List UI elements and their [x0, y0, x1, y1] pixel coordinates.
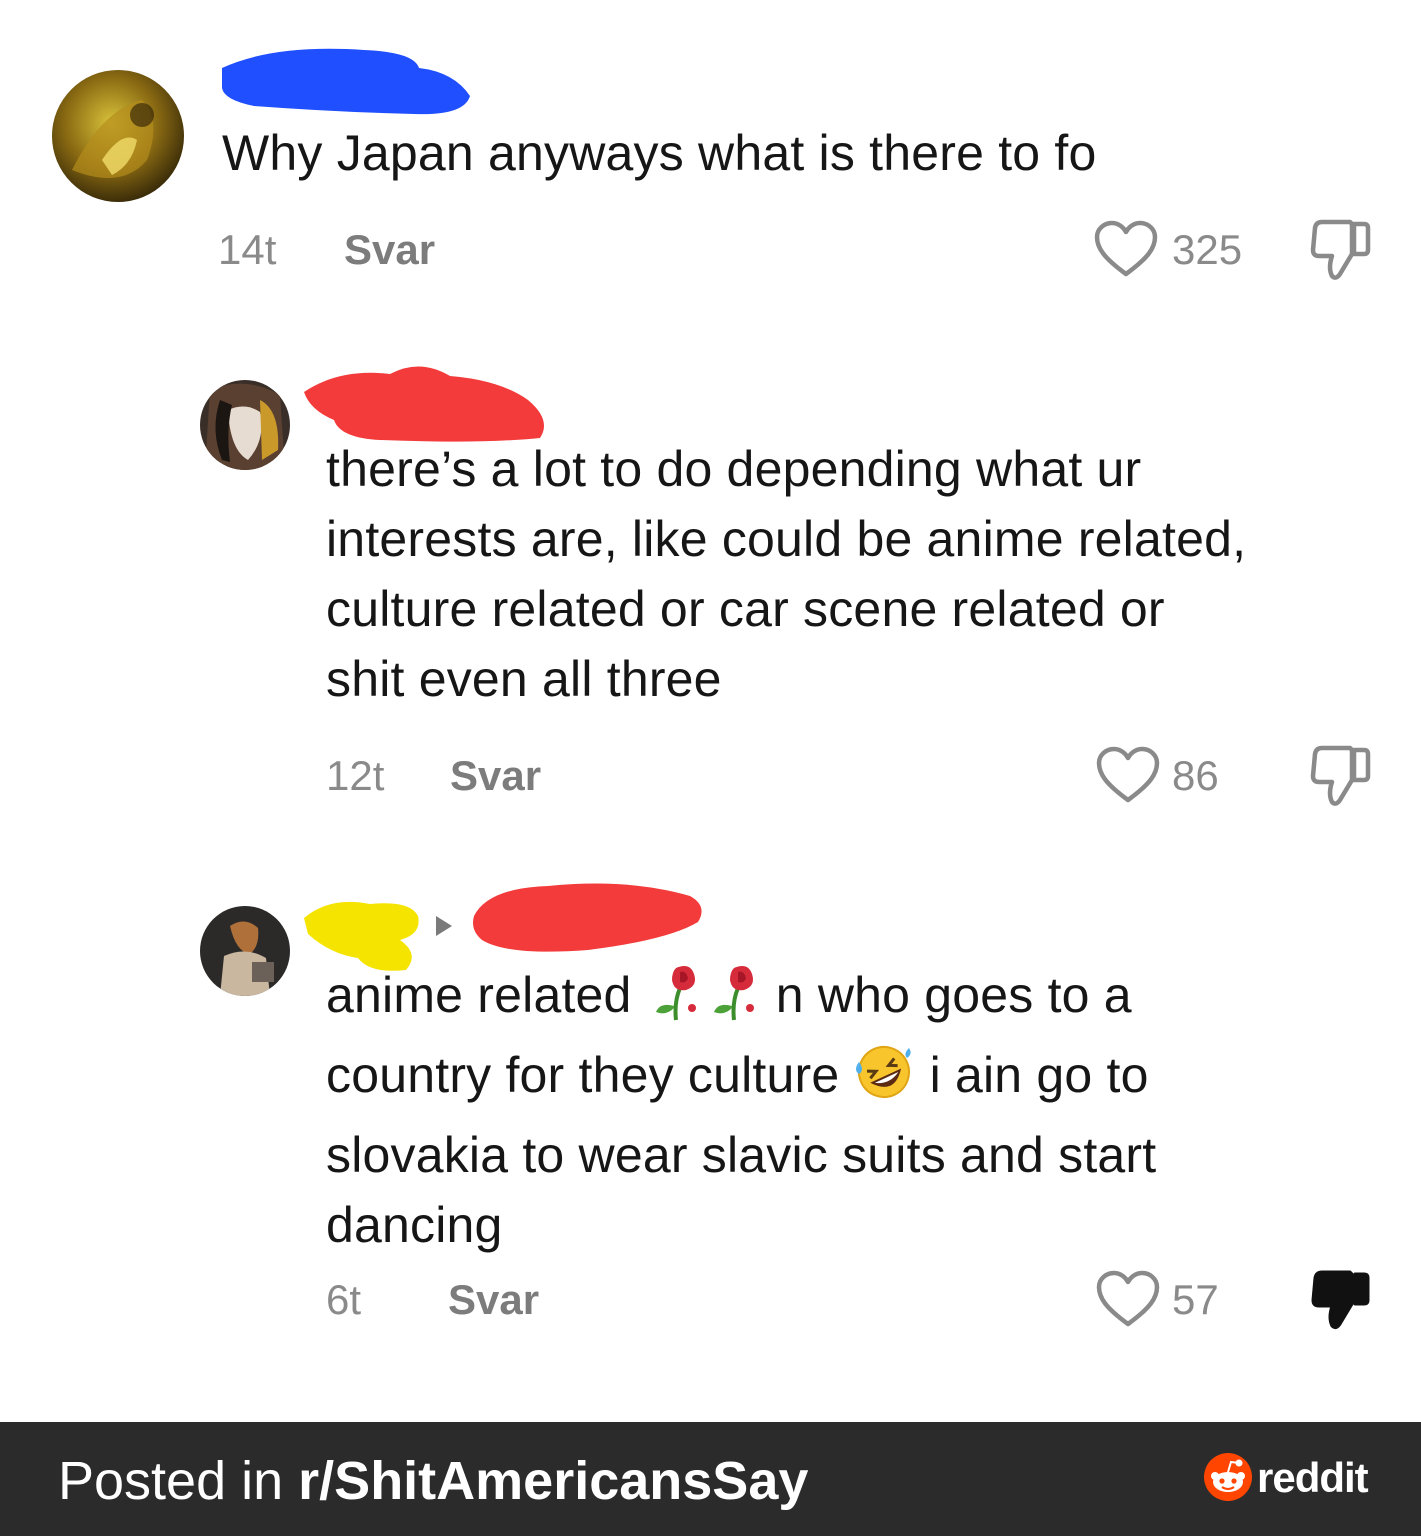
comment-text: there’s a lot to do depending what ur in… [326, 441, 1247, 707]
avatar[interactable] [200, 380, 290, 470]
wilted-rose-icon [646, 962, 704, 1040]
posted-in-label: Posted in r/ShitAmericansSay [58, 1451, 809, 1511]
timestamp: 14t [218, 226, 277, 273]
dislike-filled-icon[interactable] [1310, 1268, 1372, 1332]
comment-text: Why Japan anyways what is there to fo [222, 125, 1097, 181]
like-count: 86 [1172, 752, 1219, 799]
dislike-icon[interactable] [1310, 218, 1372, 282]
comment-1: Why Japan anyways what is there to fo 14… [0, 0, 1421, 300]
redacted-username [468, 874, 708, 958]
timestamp: 12t [326, 752, 385, 799]
footer-bar: Posted in r/ShitAmericansSay reddit [0, 1422, 1421, 1536]
reply-button[interactable]: Svar [450, 752, 541, 800]
heart-icon[interactable] [1096, 746, 1160, 804]
comment-2: there’s a lot to do depending what ur in… [0, 330, 1421, 830]
avatar[interactable] [52, 70, 184, 202]
heart-icon[interactable] [1094, 220, 1158, 278]
rolling-laughing-icon [853, 1042, 915, 1120]
like-count: 57 [1172, 1276, 1219, 1323]
reply-arrow-icon [434, 914, 454, 938]
timestamp: 6t [326, 1276, 362, 1323]
redacted-username [300, 350, 552, 446]
heart-icon[interactable] [1096, 1270, 1160, 1328]
dislike-icon[interactable] [1310, 744, 1372, 808]
reddit-wordmark: reddit [1257, 1454, 1369, 1501]
reply-button[interactable]: Svar [344, 226, 435, 274]
comment-3: anime related n who goes to a country fo… [0, 860, 1421, 1400]
reddit-logo-icon [1203, 1452, 1253, 1502]
redacted-username [214, 38, 476, 120]
like-count: 325 [1172, 226, 1243, 273]
wilted-rose-icon [704, 962, 762, 1040]
reply-button[interactable]: Svar [448, 1276, 539, 1324]
avatar[interactable] [200, 906, 290, 996]
subreddit-link[interactable]: r/ShitAmericansSay [298, 1451, 808, 1511]
comment-text: anime related n who goes to a country fo… [326, 960, 1156, 1260]
